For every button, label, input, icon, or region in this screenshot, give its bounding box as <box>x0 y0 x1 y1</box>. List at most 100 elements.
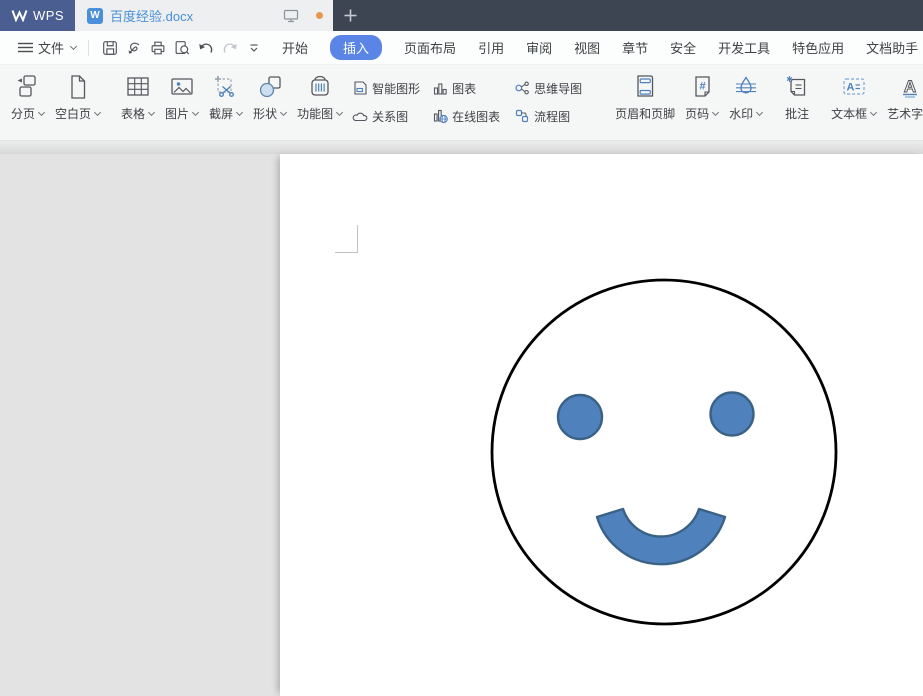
ribbon-item-screenshot[interactable]: 截屏 <box>204 71 248 122</box>
print-preview-button[interactable] <box>170 35 194 61</box>
page-number-icon: # <box>688 73 716 101</box>
tab-home[interactable]: 开始 <box>282 35 308 60</box>
svg-text:#: # <box>700 81 706 93</box>
document-tab[interactable]: W 百度经验.docx <box>75 0 333 31</box>
ribbon-item-text-box[interactable]: A 文本框 <box>826 71 882 122</box>
tab-insert[interactable]: 插入 <box>330 35 382 60</box>
text-box-icon: A <box>840 73 868 101</box>
ribbon-item-mind-map[interactable]: 思维导图 <box>514 80 598 97</box>
face-circle-shape[interactable] <box>492 280 836 624</box>
dropdown-caret-icon <box>335 110 343 118</box>
file-menu-label: 文件 <box>38 38 64 57</box>
function-diagram-icon <box>306 73 334 101</box>
tab-references[interactable]: 引用 <box>478 35 504 60</box>
menubar: 文件 <box>0 31 923 65</box>
ribbon-item-watermark[interactable]: 水印 <box>724 71 768 122</box>
comment-icon <box>783 73 811 101</box>
dropdown-caret-icon <box>711 110 719 118</box>
monitor-icon <box>283 8 299 23</box>
app-name: WPS <box>33 8 64 23</box>
chevron-down-icon <box>69 44 77 52</box>
ribbon-item-table[interactable]: 表格 <box>116 71 160 122</box>
share-to-screen-button[interactable] <box>283 8 299 23</box>
dropdown-caret-icon <box>279 110 287 118</box>
tab-doc-assistant[interactable]: 文档助手 <box>866 35 918 60</box>
toolbar-separator <box>88 40 89 56</box>
blank-page-icon <box>64 73 92 101</box>
file-menu-button[interactable]: 文件 <box>18 38 77 57</box>
print-button[interactable] <box>146 35 170 61</box>
ribbon-item-word-art[interactable]: A 艺术字 <box>882 71 923 122</box>
dropdown-caret-icon <box>869 110 877 118</box>
header-footer-icon <box>631 73 659 101</box>
dropdown-caret-icon <box>37 110 45 118</box>
dropdown-caret-icon <box>191 110 199 118</box>
ribbon-item-page-number[interactable]: # 页码 <box>680 71 724 122</box>
tab-dev-tools[interactable]: 开发工具 <box>718 35 770 60</box>
redo-icon <box>221 39 239 57</box>
svg-text:A: A <box>847 82 855 94</box>
ribbon-item-page-break[interactable]: 分页 <box>6 71 50 122</box>
ribbon-item-relation-diagram[interactable]: 关系图 <box>352 108 432 125</box>
new-tab-button[interactable] <box>333 0 367 31</box>
chart-icon <box>432 80 448 96</box>
curved-arrow-icon <box>125 39 143 57</box>
tab-review[interactable]: 审阅 <box>526 35 552 60</box>
menu-tabs: 开始 插入 页面布局 引用 审阅 视图 章节 安全 开发工具 特色应用 文档助手 <box>282 35 918 60</box>
customize-toolbar-button[interactable] <box>242 35 266 61</box>
ribbon-bottom-strip <box>0 140 923 154</box>
tab-special-features[interactable]: 特色应用 <box>792 35 844 60</box>
redo-button[interactable] <box>218 35 242 61</box>
hamburger-icon <box>18 42 33 53</box>
smiley-drawing <box>280 154 923 696</box>
ribbon-item-shapes[interactable]: 形状 <box>248 71 292 122</box>
relation-diagram-icon <box>352 108 368 124</box>
wps-window: WPS W 百度经验.docx <box>0 0 923 696</box>
smart-graphic-icon <box>352 80 368 96</box>
save-icon <box>101 39 119 57</box>
shapes-icon <box>256 73 284 101</box>
ribbon-item-blank-page[interactable]: 空白页 <box>50 71 106 122</box>
watermark-icon <box>732 73 760 101</box>
picture-icon <box>168 73 196 101</box>
tab-security[interactable]: 安全 <box>670 35 696 60</box>
document-page[interactable] <box>280 154 923 696</box>
document-background <box>0 154 923 696</box>
ribbon-item-picture[interactable]: 图片 <box>160 71 204 122</box>
tab-page-layout[interactable]: 页面布局 <box>404 35 456 60</box>
dropdown-caret-icon <box>93 110 101 118</box>
tab-section[interactable]: 章节 <box>622 35 648 60</box>
ribbon-item-smart-graphic[interactable]: 智能图形 <box>352 80 432 97</box>
table-icon <box>124 73 152 101</box>
titlebar: WPS W 百度经验.docx <box>0 0 923 31</box>
save-button[interactable] <box>98 35 122 61</box>
left-eye-shape[interactable] <box>558 395 602 439</box>
ribbon-item-online-chart[interactable]: 在线图表 <box>432 108 514 125</box>
ribbon-item-chart[interactable]: 图表 <box>432 80 514 97</box>
ribbon-item-comment[interactable]: 批注 <box>778 71 816 122</box>
export-button[interactable] <box>122 35 146 61</box>
dropdown-caret-icon <box>235 110 243 118</box>
undo-button[interactable] <box>194 35 218 61</box>
doc-file-icon: W <box>87 8 103 24</box>
ribbon-item-flowchart[interactable]: 流程图 <box>514 108 598 125</box>
chevron-bar-icon <box>247 41 261 55</box>
ribbon-item-header-footer[interactable]: 页眉和页脚 <box>610 71 680 122</box>
ribbon-diagram-group: 智能图形 图表 思维导图 <box>352 74 598 130</box>
plus-icon <box>344 9 357 22</box>
modified-indicator-dot <box>316 12 323 19</box>
screenshot-icon <box>212 73 240 101</box>
print-preview-icon <box>173 39 191 57</box>
app-logo[interactable]: WPS <box>0 0 75 31</box>
tab-filename: 百度经验.docx <box>110 6 276 25</box>
wps-logo-icon <box>11 9 28 22</box>
online-chart-icon <box>432 108 448 124</box>
ribbon-insert: 分页 空白页 表格 图 <box>0 65 923 140</box>
flowchart-icon <box>514 108 530 124</box>
mind-map-icon <box>514 80 530 96</box>
svg-text:A: A <box>904 77 916 96</box>
quick-access-toolbar <box>98 35 266 61</box>
tab-view[interactable]: 视图 <box>574 35 600 60</box>
ribbon-item-function-diagram[interactable]: 功能图 <box>292 71 348 122</box>
right-eye-shape[interactable] <box>711 393 754 436</box>
